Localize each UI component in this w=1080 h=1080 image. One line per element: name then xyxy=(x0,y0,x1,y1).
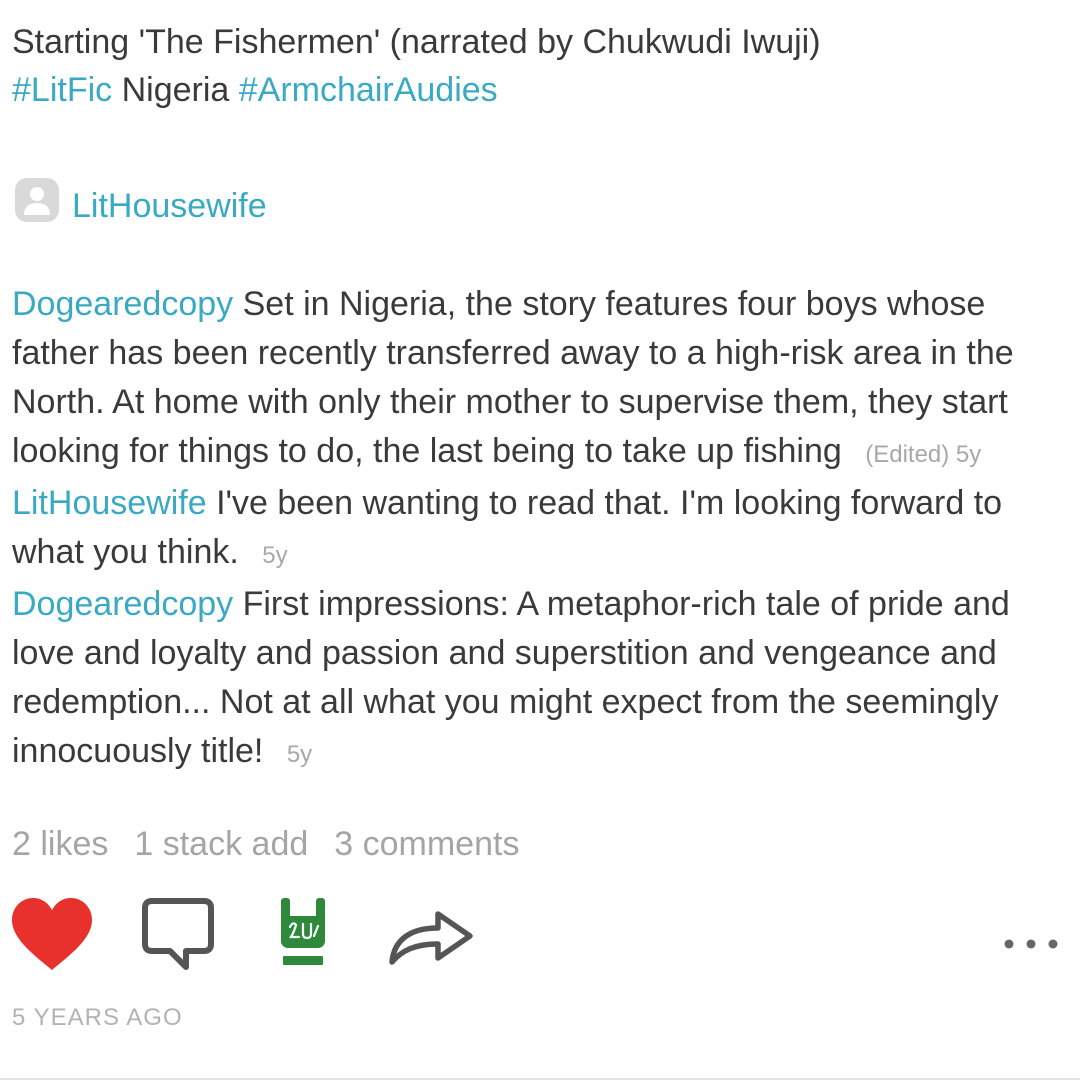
post: Starting 'The Fishermen' (narrated by Ch… xyxy=(12,18,1062,864)
comment: LitHousewife I've been wanting to read t… xyxy=(12,479,1062,580)
hashtag-armchairaudies[interactable]: #ArmchairAudies xyxy=(239,71,498,109)
comment: Dogearedcopy First impressions: A metaph… xyxy=(12,580,1062,779)
comment-meta: (Edited) 5y xyxy=(865,441,982,468)
author-name[interactable]: LitHousewife xyxy=(72,187,267,226)
comment-meta: 5y xyxy=(262,542,288,569)
hashtag-litfic[interactable]: #LitFic xyxy=(12,71,112,109)
post-caption: Starting 'The Fishermen' (narrated by Ch… xyxy=(12,18,1062,114)
comment-meta: 5y xyxy=(286,741,313,768)
speech-bubble-icon[interactable] xyxy=(140,896,216,972)
comment-author[interactable]: Dogearedcopy xyxy=(12,585,233,623)
comment-author[interactable]: Dogearedcopy xyxy=(12,285,233,323)
share-arrow-icon[interactable] xyxy=(384,904,478,968)
author-row[interactable]: LitHousewife xyxy=(12,172,1062,228)
more-dots-icon[interactable] xyxy=(1000,936,1062,952)
post-timestamp: 5 YEARS AGO xyxy=(12,1004,183,1031)
comment-list: Dogearedcopy Set in Nigeria, the story f… xyxy=(12,280,1062,779)
heart-shape xyxy=(12,898,92,970)
heart-icon[interactable] xyxy=(10,896,94,972)
likes-count[interactable]: 2 likes xyxy=(12,825,108,864)
avatar-icon[interactable] xyxy=(12,175,62,225)
caption-text: Starting 'The Fishermen' (narrated by Ch… xyxy=(12,23,821,61)
horns-hand-icon[interactable] xyxy=(278,894,328,970)
stack-adds-count[interactable]: 1 stack add xyxy=(134,825,308,864)
comment-author[interactable]: LitHousewife xyxy=(12,484,207,522)
caption-mid: Nigeria xyxy=(121,71,230,109)
comment: Dogearedcopy Set in Nigeria, the story f… xyxy=(12,280,1062,479)
comments-count[interactable]: 3 comments xyxy=(334,825,519,864)
action-bar xyxy=(0,876,1058,976)
post-stats: 2 likes 1 stack add 3 comments xyxy=(12,825,1062,864)
